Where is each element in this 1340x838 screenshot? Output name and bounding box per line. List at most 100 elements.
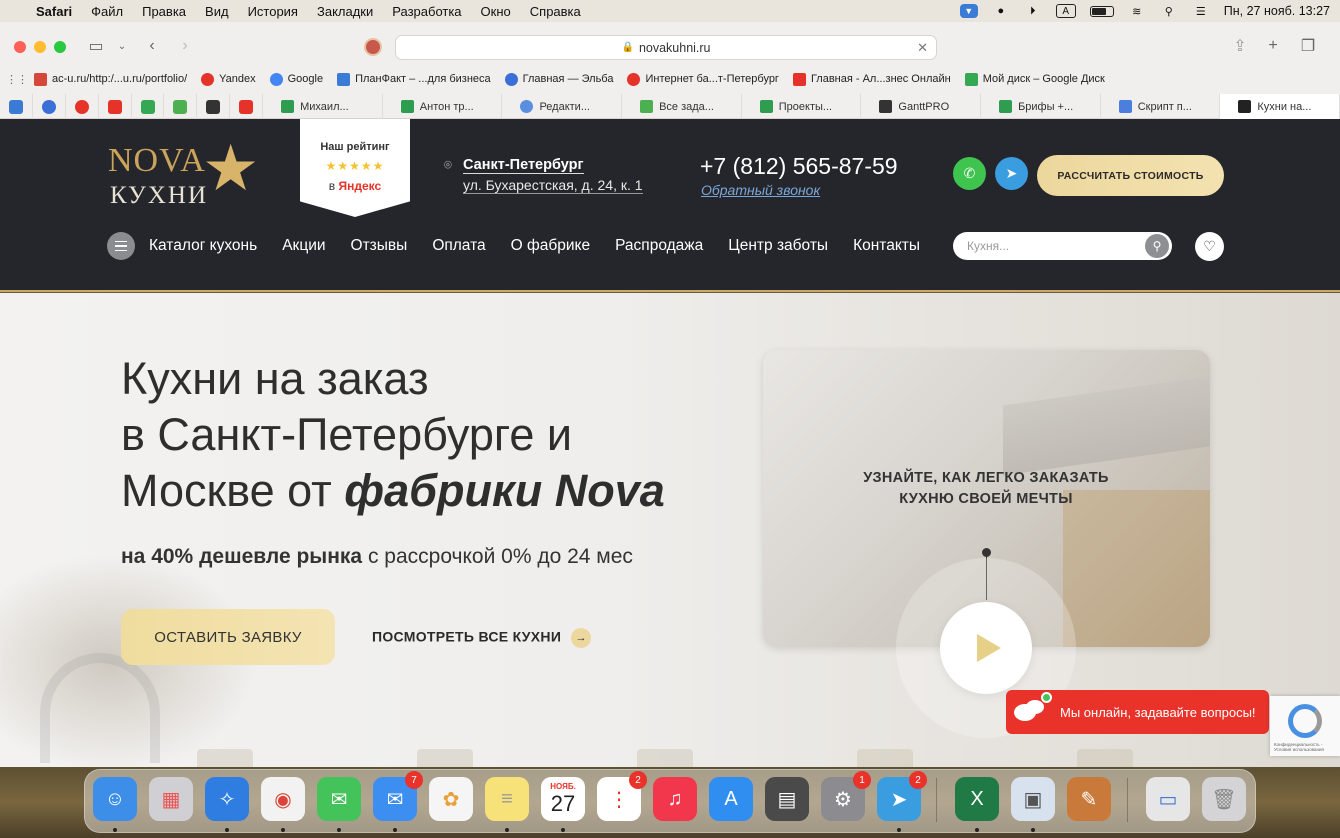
- pinned-tab[interactable]: [230, 94, 264, 119]
- calculator-icon[interactable]: ▤: [765, 777, 809, 821]
- bookmark-item[interactable]: Мой диск – Google Диск: [964, 72, 1105, 86]
- see-all-kitchens-link[interactable]: ПОСМОТРЕТЬ ВСЕ КУХНИ →: [372, 628, 592, 648]
- browser-tab[interactable]: Проекты...: [742, 94, 862, 119]
- photos-icon[interactable]: ✿: [429, 777, 473, 821]
- safari-icon[interactable]: ✧: [205, 777, 249, 821]
- category-tile[interactable]: [1077, 749, 1133, 767]
- window-preview-icon[interactable]: ▭: [1146, 777, 1190, 821]
- nav-sale[interactable]: Распродажа: [615, 237, 703, 255]
- script-editor-icon[interactable]: ✎: [1067, 777, 1111, 821]
- address-bar[interactable]: 🔒 novakuhni.ru ✕: [395, 35, 937, 60]
- recaptcha-badge[interactable]: Конфиденциальность - Условия использован…: [1270, 696, 1340, 756]
- pinned-tab[interactable]: [33, 94, 66, 119]
- excel-icon[interactable]: X: [955, 777, 999, 821]
- bookmark-item[interactable]: Yandex: [201, 72, 256, 86]
- battery-icon[interactable]: [1089, 5, 1114, 17]
- category-tile[interactable]: [197, 749, 253, 767]
- bookmark-item[interactable]: Главная - Ал...знес Онлайн: [792, 72, 951, 86]
- bookmark-item[interactable]: Главная — Эльба: [504, 72, 613, 86]
- wifi-icon[interactable]: ≋: [1128, 4, 1146, 18]
- browser-tab[interactable]: Скрипт п...: [1101, 94, 1221, 119]
- heart-icon[interactable]: ♡: [1195, 232, 1224, 261]
- menu-item-bookmarks[interactable]: Закладки: [317, 4, 373, 19]
- menu-item-window[interactable]: Окно: [481, 4, 511, 19]
- category-tile[interactable]: [637, 749, 693, 767]
- reminders-icon[interactable]: ⋮ 2: [597, 771, 647, 821]
- browser-tab[interactable]: GanttPRO: [861, 94, 982, 119]
- menu-item-history[interactable]: История: [248, 4, 298, 19]
- menu-item-develop[interactable]: Разработка: [392, 4, 461, 19]
- calendar-icon[interactable]: НОЯБ. 27: [541, 777, 585, 821]
- pinned-tab[interactable]: [0, 94, 33, 119]
- input-source-icon[interactable]: A: [1055, 4, 1076, 18]
- nav-care-center[interactable]: Центр заботы: [728, 237, 828, 255]
- preview-icon[interactable]: ▣: [1011, 777, 1055, 821]
- category-tile[interactable]: [857, 749, 913, 767]
- pinned-tab[interactable]: [66, 94, 99, 119]
- browser-tab[interactable]: Все зада...: [622, 94, 742, 119]
- menu-item-help[interactable]: Справка: [530, 4, 581, 19]
- trash-icon[interactable]: 🗑: [1202, 777, 1246, 821]
- pinned-tab[interactable]: [164, 94, 198, 119]
- bookmark-item[interactable]: ПланФакт – ...для бизнеса: [337, 72, 491, 86]
- status-badge-icon[interactable]: ●: [992, 4, 1010, 18]
- close-window-button[interactable]: [14, 41, 26, 53]
- play-video-button[interactable]: [940, 602, 1032, 694]
- pinned-tab[interactable]: [132, 94, 165, 119]
- pinned-tab[interactable]: [197, 94, 231, 119]
- search-icon[interactable]: ⚲: [1145, 234, 1169, 258]
- nav-payment[interactable]: Оплата: [432, 237, 485, 255]
- bookmark-item[interactable]: ac-u.ru/http:/...u.ru/portfolio/: [34, 72, 187, 86]
- launchpad-icon[interactable]: ▦: [149, 777, 193, 821]
- nav-reviews[interactable]: Отзывы: [351, 237, 408, 255]
- yandex-rating-badge[interactable]: Наш рейтинг ★★★★★ в Яндекс: [300, 119, 410, 217]
- menu-app-name[interactable]: Safari: [36, 4, 72, 19]
- app-store-icon[interactable]: A: [709, 777, 753, 821]
- search-input[interactable]: Кухня... ⚲: [953, 232, 1172, 260]
- telegram-button[interactable]: ➤: [995, 157, 1028, 190]
- browser-tab[interactable]: Антон тр...: [383, 94, 503, 119]
- pinned-tab[interactable]: [99, 94, 132, 119]
- menu-item-file[interactable]: Файл: [91, 4, 123, 19]
- forward-icon[interactable]: ›: [175, 36, 195, 56]
- browser-tab[interactable]: Редакти...: [502, 94, 623, 119]
- bookmark-item[interactable]: Интернет ба...т-Петербург: [627, 72, 779, 86]
- address-link[interactable]: ул. Бухарестская, д. 24, к. 1: [463, 177, 643, 194]
- category-tile[interactable]: [417, 749, 473, 767]
- tab-overview-icon[interactable]: ❐: [1298, 36, 1318, 56]
- chevron-down-icon[interactable]: ⌄: [112, 36, 132, 56]
- minimize-window-button[interactable]: [34, 41, 46, 53]
- browser-tab[interactable]: Брифы +...: [981, 94, 1101, 119]
- menu-item-view[interactable]: Вид: [205, 4, 229, 19]
- back-icon[interactable]: ‹: [142, 36, 162, 56]
- menu-item-edit[interactable]: Правка: [142, 4, 186, 19]
- nav-promotions[interactable]: Акции: [282, 237, 325, 255]
- finder-icon[interactable]: ☺: [93, 777, 137, 821]
- notes-icon[interactable]: ≡: [485, 777, 529, 821]
- clock[interactable]: Пн, 27 нояб. 13:27: [1224, 4, 1330, 18]
- nav-about[interactable]: О фабрике: [511, 237, 590, 255]
- clear-address-icon[interactable]: ✕: [917, 40, 928, 56]
- whatsapp-button[interactable]: ✆: [953, 157, 986, 190]
- nav-catalog[interactable]: Каталог кухонь: [149, 237, 257, 255]
- leave-request-button[interactable]: ОСТАВИТЬ ЗАЯВКУ: [121, 609, 335, 665]
- bookmarks-grid-icon[interactable]: ⋮⋮: [0, 73, 34, 86]
- zoom-window-button[interactable]: [54, 41, 66, 53]
- nav-contacts[interactable]: Контакты: [853, 237, 920, 255]
- new-tab-icon[interactable]: +: [1263, 36, 1283, 56]
- status-app-icon[interactable]: ▼: [959, 4, 978, 18]
- control-center-icon[interactable]: ☰: [1192, 4, 1210, 18]
- system-settings-icon[interactable]: ⚙ 1: [821, 771, 871, 821]
- phone-number[interactable]: +7 (812) 565-87-59: [700, 153, 898, 180]
- mail-icon[interactable]: ✉ 7: [373, 771, 423, 821]
- play-icon[interactable]: ⏵: [1024, 4, 1042, 18]
- browser-tab[interactable]: Михаил...: [263, 94, 383, 119]
- bookmark-item[interactable]: Google: [269, 72, 323, 86]
- share-icon[interactable]: ⇪: [1230, 36, 1250, 56]
- sidebar-toggle-icon[interactable]: ▭: [86, 36, 106, 56]
- online-chat-widget[interactable]: Мы онлайн, задавайте вопросы!: [1006, 690, 1269, 734]
- city-link[interactable]: Санкт-Петербург: [463, 157, 584, 174]
- browser-tab-active[interactable]: Кухни на...: [1220, 94, 1340, 119]
- callback-link[interactable]: Обратный звонок: [701, 182, 820, 198]
- menu-icon[interactable]: [107, 232, 135, 260]
